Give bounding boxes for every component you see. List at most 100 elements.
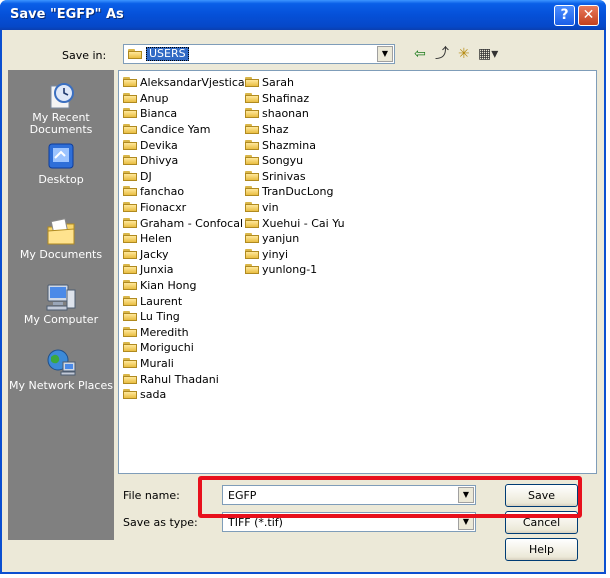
- folder-name: sada: [140, 388, 167, 402]
- folder-name: Songyu: [262, 154, 304, 168]
- folder-item[interactable]: AleksandarVjestica: [123, 75, 245, 91]
- folder-item[interactable]: sada: [123, 387, 245, 403]
- folder-icon: [123, 124, 138, 135]
- folder-name: Shazmina: [262, 138, 316, 152]
- back-icon[interactable]: ⇦: [414, 46, 426, 62]
- folder-icon: [245, 248, 260, 260]
- folder-item[interactable]: yinyi: [245, 247, 345, 263]
- my-computer-icon: [46, 284, 76, 311]
- folder-name: Shafinaz: [262, 91, 310, 105]
- chevron-down-icon[interactable]: ▼: [377, 46, 393, 62]
- folder-item[interactable]: Junxia: [123, 262, 245, 278]
- folder-item[interactable]: Shazmina: [245, 137, 345, 153]
- place-desktop[interactable]: Desktop: [8, 142, 114, 186]
- folder-name: Laurent: [140, 294, 183, 308]
- folder-item[interactable]: yanjun: [245, 231, 345, 247]
- folder-name: vin: [262, 201, 279, 215]
- folder-name: fanchao: [140, 185, 185, 199]
- folder-name: shaonan: [262, 107, 309, 121]
- folder-item[interactable]: Lu Ting: [123, 309, 245, 325]
- folder-name: Junxia: [140, 263, 174, 277]
- folder-item[interactable]: shaonan: [245, 106, 345, 122]
- folder-item[interactable]: Shafinaz: [245, 91, 345, 107]
- place-my-computer[interactable]: My Computer: [8, 282, 114, 326]
- folder-item[interactable]: Sarah: [245, 75, 345, 91]
- save-in-dropdown[interactable]: USERS ▼: [123, 44, 395, 64]
- folder-item[interactable]: Graham - Confocal: [123, 215, 245, 231]
- place-label: My Documents: [19, 248, 103, 261]
- save-in-value: USERS: [146, 47, 189, 61]
- folder-icon: [245, 139, 260, 151]
- folder-item[interactable]: TranDucLong: [245, 184, 345, 200]
- folder-icon: [123, 264, 138, 275]
- folder-item[interactable]: Laurent: [123, 293, 245, 309]
- folder-icon: [123, 170, 138, 182]
- places-bar: My Recent Documents Desktop My Documents…: [8, 70, 114, 540]
- place-my-network-places[interactable]: My Network Places: [8, 348, 114, 392]
- folder-icon: [123, 92, 138, 104]
- up-folder-icon[interactable]: ⤴: [435, 46, 449, 62]
- folder-name: TranDucLong: [262, 185, 334, 199]
- folder-name: Fionacxr: [140, 201, 187, 215]
- folder-item[interactable]: Shaz: [245, 122, 345, 138]
- folder-name: Meredith: [140, 325, 189, 339]
- folder-item[interactable]: vin: [245, 200, 345, 216]
- folder-icon: [123, 139, 138, 151]
- folder-item[interactable]: Fionacxr: [123, 200, 245, 216]
- folder-name: Anup: [140, 91, 169, 105]
- folder-name: Devika: [140, 138, 178, 152]
- folder-icon: [245, 233, 260, 244]
- file-column-2: Sarah Shafinaz shaonan Shaz Shazmina Songyu Sr…: [245, 75, 345, 278]
- views-menu-icon[interactable]: ▦▾: [478, 46, 498, 62]
- folder-icon: [123, 248, 138, 260]
- folder-icon: [123, 217, 138, 229]
- folder-item[interactable]: Jacky: [123, 247, 245, 263]
- folder-icon: [245, 155, 260, 166]
- title-bar[interactable]: Save "EGFP" As ? ✕: [0, 0, 606, 30]
- folder-icon: [123, 357, 138, 369]
- folder-name: Murali: [140, 356, 174, 370]
- folder-item[interactable]: Candice Yam: [123, 122, 245, 138]
- file-list[interactable]: AleksandarVjestica Anup Bianca Candice Yam D…: [118, 70, 597, 474]
- folder-name: yanjun: [262, 232, 300, 246]
- folder-item[interactable]: Bianca: [123, 106, 245, 122]
- folder-name: Graham - Confocal: [140, 216, 244, 230]
- folder-item[interactable]: Xuehui - Cai Yu: [245, 215, 345, 231]
- folder-icon: [123, 295, 138, 307]
- folder-icon: [245, 186, 260, 197]
- folder-item[interactable]: Moriguchi: [123, 340, 245, 356]
- folder-name: Srinivas: [262, 169, 306, 183]
- folder-item[interactable]: Devika: [123, 137, 245, 153]
- folder-name: yinyi: [262, 247, 289, 261]
- folder-item[interactable]: fanchao: [123, 184, 245, 200]
- folder-item[interactable]: Murali: [123, 356, 245, 372]
- help-title-button[interactable]: ?: [554, 5, 575, 26]
- place-my-documents[interactable]: My Documents: [8, 217, 114, 261]
- folder-icon: [123, 155, 138, 166]
- folder-icon: [123, 186, 138, 197]
- folder-item[interactable]: yunlong-1: [245, 262, 345, 278]
- folder-icon: [123, 108, 138, 119]
- folder-item[interactable]: DJ: [123, 169, 245, 185]
- folder-name: Lu Ting: [140, 310, 180, 324]
- folder-item[interactable]: Kian Hong: [123, 278, 245, 294]
- new-folder-icon[interactable]: ✳: [458, 46, 470, 62]
- help-button[interactable]: Help: [505, 538, 578, 561]
- folder-item[interactable]: Songyu: [245, 153, 345, 169]
- folder-item[interactable]: Dhivya: [123, 153, 245, 169]
- folder-icon: [123, 280, 138, 291]
- folder-icon: [123, 202, 138, 213]
- folder-name: Helen: [140, 232, 172, 246]
- folder-icon: [123, 311, 138, 322]
- place-my-recent-documents[interactable]: My Recent Documents: [8, 80, 114, 136]
- folder-item[interactable]: Anup: [123, 91, 245, 107]
- folder-item[interactable]: Rahul Thadani: [123, 371, 245, 387]
- folder-item[interactable]: Meredith: [123, 325, 245, 341]
- folder-icon: [245, 264, 260, 275]
- folder-icon: [128, 49, 143, 60]
- folder-name: Dhivya: [140, 154, 179, 168]
- close-button[interactable]: ✕: [578, 5, 599, 26]
- folder-item[interactable]: Helen: [123, 231, 245, 247]
- folder-item[interactable]: Srinivas: [245, 169, 345, 185]
- place-label: My Computer: [23, 313, 99, 326]
